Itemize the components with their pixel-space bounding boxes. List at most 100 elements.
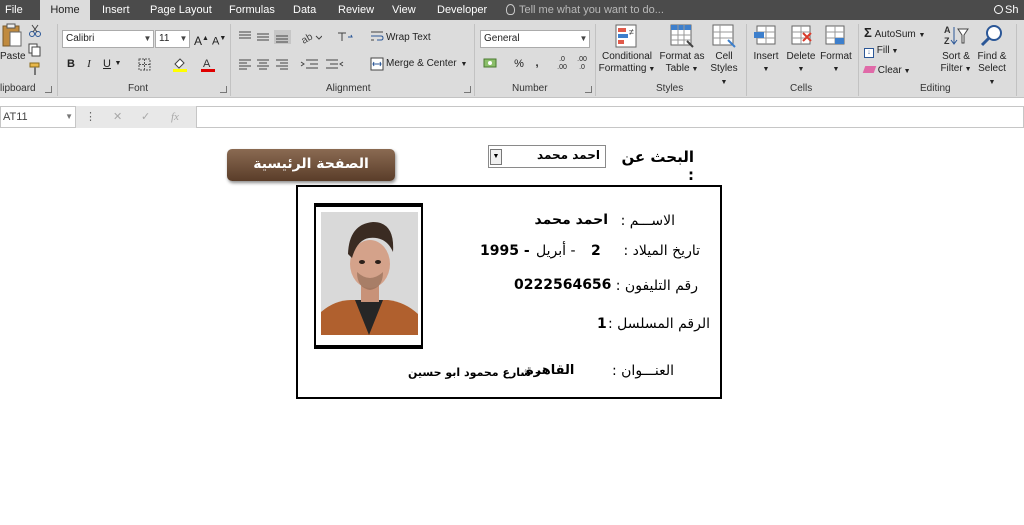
vertical-align-icons[interactable]	[238, 30, 292, 44]
conditional-label-2: Formatting	[598, 63, 647, 74]
share-button[interactable]: Sh	[994, 0, 1024, 20]
more-options-icon[interactable]: ⋮	[85, 106, 96, 128]
wrap-text-icon[interactable]	[370, 30, 384, 44]
number-launcher[interactable]	[585, 86, 592, 93]
fill-button[interactable]: ↓ Fill ▼	[864, 45, 898, 58]
cell-styles-button[interactable]: Cell Styles ▼	[706, 23, 742, 89]
svg-text:≠: ≠	[629, 27, 634, 37]
conditional-label-1: Conditional	[601, 51, 653, 62]
tab-page-layout[interactable]: Page Layout	[150, 0, 212, 20]
formula-input[interactable]	[196, 106, 1024, 128]
fill-color-icon[interactable]	[172, 56, 188, 72]
cut-icon[interactable]	[28, 24, 42, 38]
find-select-button[interactable]: Find & Select ▼	[974, 23, 1010, 89]
clipboard-launcher[interactable]	[45, 86, 52, 93]
cell-label-2: Styles	[710, 63, 738, 74]
font-color-icon[interactable]: A	[200, 56, 216, 72]
decrease-decimal-icon[interactable]: .00.0	[574, 56, 590, 72]
search-dropdown-value: احمد محمد	[537, 148, 600, 162]
address-street: - شارع محمود ابو حسين	[408, 366, 540, 379]
copy-icon[interactable]	[28, 43, 44, 57]
person-card: الاســـم : احمد محمد تاريخ الميلاد : 2 -…	[296, 185, 722, 399]
paste-button[interactable]: Paste	[0, 23, 26, 63]
borders-icon[interactable]	[138, 58, 151, 71]
autosum-button[interactable]: Σ AutoSum ▼	[864, 25, 925, 40]
conditional-formatting-button[interactable]: ≠ Conditional Formatting ▼	[598, 23, 656, 76]
enter-icon[interactable]: ✓	[141, 106, 150, 128]
font-launcher[interactable]	[220, 86, 227, 93]
merge-center-icon[interactable]	[370, 57, 384, 71]
styles-group-label: Styles	[656, 83, 684, 94]
cancel-icon[interactable]: ✕	[113, 106, 122, 128]
name-box-value: AT11	[3, 111, 28, 123]
chevron-down-icon: ▼	[143, 34, 152, 43]
birth-year: 1995 -	[480, 243, 530, 259]
increase-decimal-icon[interactable]: .0.00	[554, 56, 570, 72]
accounting-format-icon[interactable]	[483, 56, 501, 70]
text-direction-icon[interactable]	[336, 31, 358, 43]
magnifier-icon	[980, 25, 1002, 47]
search-dropdown[interactable]: ▼ احمد محمد	[488, 145, 606, 168]
serial-value: 1	[597, 316, 607, 332]
tell-me-box[interactable]: Tell me what you want to do...	[506, 0, 664, 20]
alignment-launcher[interactable]	[464, 86, 471, 93]
excel-window: File Home Insert Page Layout Formulas Da…	[0, 0, 1024, 525]
home-page-button[interactable]: الصفحة الرئيسية	[227, 149, 395, 181]
format-painter-icon[interactable]	[28, 62, 42, 76]
tab-file[interactable]: File	[5, 0, 23, 20]
eraser-icon	[862, 66, 877, 73]
search-label: البحث عن :	[621, 148, 694, 184]
svg-text:A: A	[203, 58, 211, 70]
orientation-icon[interactable]: ab	[300, 30, 322, 44]
merge-center-button[interactable]: Merge & Center	[386, 58, 457, 69]
tab-insert[interactable]: Insert	[102, 0, 130, 20]
font-name-combo[interactable]: Calibri ▼	[62, 30, 154, 48]
font-size-combo[interactable]: 11 ▼	[155, 30, 190, 48]
number-group-label: Number	[512, 83, 548, 94]
insert-function-icon[interactable]: fx	[171, 106, 179, 128]
tell-me-text: Tell me what you want to do...	[519, 4, 664, 16]
tab-data[interactable]: Data	[293, 0, 316, 20]
indent-icons[interactable]	[300, 58, 344, 72]
comma-style-icon[interactable]: ,	[532, 55, 542, 71]
worksheet-area[interactable]: الصفحة الرئيسية البحث عن : ▼ احمد محمد ا…	[0, 130, 1024, 525]
serial-label: الرقم المسلسل :	[608, 316, 710, 332]
name-value: احمد محمد	[534, 212, 608, 228]
wrap-text-button[interactable]: Wrap Text	[386, 32, 431, 43]
tab-view[interactable]: View	[392, 0, 416, 20]
italic-icon[interactable]: I	[82, 56, 96, 72]
tab-developer[interactable]: Developer	[437, 0, 487, 20]
underline-icon[interactable]: U	[100, 56, 114, 72]
format-as-table-button[interactable]: Format as Table ▼	[658, 23, 706, 76]
delete-label: Delete	[786, 51, 816, 62]
percent-icon[interactable]: %	[513, 56, 525, 72]
name-box[interactable]: AT11 ▼	[0, 106, 76, 128]
number-format-combo[interactable]: General ▼	[480, 30, 590, 48]
tab-review[interactable]: Review	[338, 0, 374, 20]
sigma-icon: Σ	[864, 25, 872, 40]
ribbon: Paste lipboard Calibri ▼ 11 ▼ A▲ A▼ B I U …	[0, 20, 1024, 98]
tab-formulas[interactable]: Formulas	[229, 0, 275, 20]
bold-icon[interactable]: B	[64, 56, 78, 72]
paste-label: Paste	[0, 51, 26, 62]
decrease-font-icon[interactable]: A▼	[212, 31, 226, 50]
insert-cells-button[interactable]: Insert ▼	[750, 23, 782, 76]
format-label: Format	[820, 51, 852, 62]
chevron-down-icon[interactable]: ▼	[490, 149, 502, 165]
chevron-down-icon[interactable]: ▼	[460, 57, 468, 73]
clear-button[interactable]: Clear ▼	[862, 65, 911, 76]
phone-label: رقم التليفون :	[615, 278, 698, 294]
lightbulb-icon	[506, 4, 515, 15]
tab-home[interactable]: Home	[40, 0, 90, 20]
name-label: الاســـم :	[620, 213, 675, 229]
find-label-2: Select	[978, 63, 1006, 74]
horizontal-align-icons[interactable]	[238, 58, 292, 72]
increase-font-icon[interactable]: A▲	[194, 31, 209, 49]
conditional-formatting-icon: ≠	[615, 24, 637, 48]
delete-cells-button[interactable]: Delete ▼	[784, 23, 818, 76]
format-cells-button[interactable]: Format ▼	[818, 23, 854, 76]
birthdate-label: تاريخ الميلاد :	[623, 243, 700, 259]
chevron-down-icon[interactable]: ▼	[114, 56, 122, 72]
sort-filter-button[interactable]: AZ Sort & Filter ▼	[938, 23, 974, 76]
number-format-value: General	[484, 33, 520, 44]
